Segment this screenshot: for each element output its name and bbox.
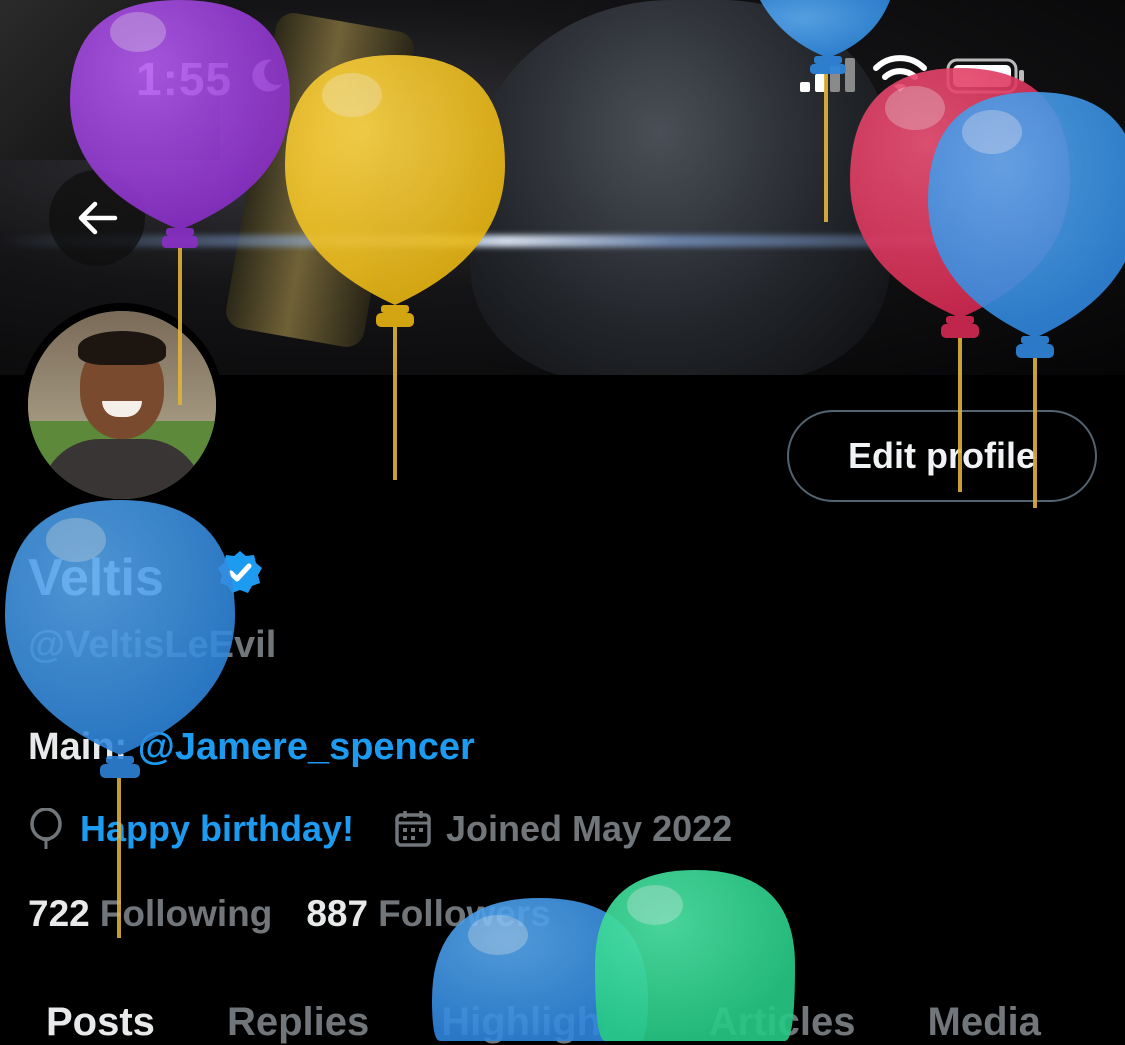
joined-date: Joined May 2022: [446, 808, 733, 849]
bio-text: Main:: [28, 726, 138, 768]
avatar-photo: [28, 311, 216, 499]
signal-icon: [800, 58, 855, 92]
calendar-icon: [395, 811, 431, 847]
profile-stats: 722 Following 887 Followers: [28, 893, 585, 935]
followers-count[interactable]: 887: [306, 893, 368, 935]
profile-handle: @VeltisLeEvil: [28, 624, 277, 666]
tab-articles[interactable]: Articles: [709, 1000, 856, 1045]
edit-profile-button[interactable]: Edit profile: [787, 410, 1097, 502]
tab-media[interactable]: Media: [928, 1000, 1041, 1045]
moon-icon: [252, 59, 282, 92]
arrow-left-icon: [78, 201, 118, 235]
status-time: 1:55: [136, 53, 233, 105]
avatar[interactable]: [20, 303, 224, 507]
verified-badge-icon: [218, 551, 262, 593]
following-count[interactable]: 722: [28, 893, 90, 935]
battery-icon: [946, 58, 1024, 94]
back-button[interactable]: [49, 170, 145, 266]
followers-label[interactable]: Followers: [378, 893, 551, 935]
tab-highlights[interactable]: Highlights: [441, 1000, 637, 1045]
display-name: Veltis: [28, 549, 164, 607]
following-label[interactable]: Following: [100, 893, 273, 935]
banner-light-flare: [0, 235, 1125, 247]
birthday-link[interactable]: Happy birthday!: [80, 808, 354, 850]
balloon-icon: [30, 808, 62, 849]
profile-tabs: Posts Replies Highlights Articles Media: [46, 1000, 1113, 1045]
bio-mention-link[interactable]: @Jamere_spencer: [138, 726, 475, 768]
tab-posts[interactable]: Posts: [46, 1000, 155, 1045]
tab-replies[interactable]: Replies: [227, 1000, 369, 1045]
profile-bio: Main: @Jamere_spencer: [28, 726, 475, 769]
banner-detail: [470, 0, 890, 375]
wifi-icon: [873, 55, 927, 92]
profile-meta: Happy birthday! Joined May 2022: [28, 808, 732, 850]
